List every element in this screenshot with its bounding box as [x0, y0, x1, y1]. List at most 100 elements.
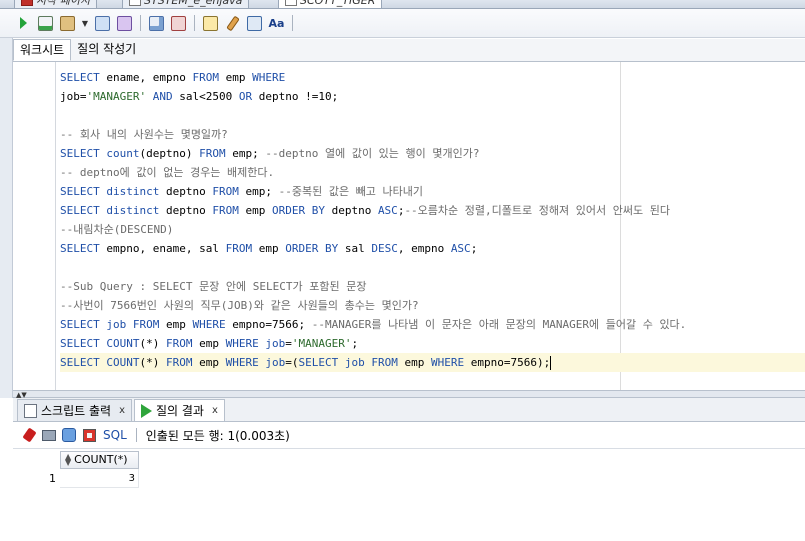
autotrace-button[interactable] [115, 14, 134, 33]
toolbar-separator [135, 428, 137, 442]
commit-dropdown-button[interactable]: ▼ [80, 14, 90, 33]
text-caret [550, 356, 552, 370]
sql-keyword: SELECT [60, 147, 100, 160]
sql-text: deptno [324, 204, 378, 217]
code-line[interactable]: --내림차순(DESCEND) [60, 220, 805, 239]
tab-query-builder[interactable]: 질의 작성기 [71, 39, 142, 61]
code-line[interactable]: SELECT count(deptno) FROM emp; --deptno … [60, 144, 805, 163]
editor-line-gutter [13, 62, 56, 390]
sql-text: sal<2500 [172, 90, 239, 103]
run-statement-button[interactable] [14, 14, 33, 33]
sql-text: empno=7566; [225, 318, 312, 331]
sql-tuning-button[interactable] [147, 14, 166, 33]
run-script-button[interactable] [36, 14, 55, 33]
rollback-button[interactable] [169, 14, 188, 33]
sql-keyword: SELECT [60, 337, 100, 350]
sql-text: emp [192, 356, 226, 369]
code-line[interactable]: -- deptno에 값이 없는 경우는 배제한다. [60, 163, 805, 182]
sort-icon: ▲ ▼ [65, 452, 72, 467]
sql-keyword: SELECT [60, 71, 100, 84]
result-grid: ▲ ▼ COUNT(*) 1 3 [13, 449, 805, 541]
case-toggle-button[interactable]: Aa [267, 14, 286, 33]
window-tab-system[interactable]: SYSTEM_e_enjava [122, 0, 250, 8]
sql-keyword: WHERE [192, 318, 226, 331]
sql-keyword: FROM [166, 337, 193, 350]
sql-keyword: WHERE [225, 356, 259, 369]
sql-keyword: job [106, 318, 127, 331]
sql-keyword: DESC [371, 242, 398, 255]
format-button[interactable] [245, 14, 264, 33]
code-line[interactable]: --Sub Query : SELECT 문장 안에 SELECT가 포함된 문… [60, 277, 805, 296]
commit-button[interactable] [58, 14, 77, 33]
sql-keyword: distinct [106, 204, 160, 217]
window-tab-start-page[interactable]: 시작 페이지 [14, 0, 98, 8]
table-cell[interactable]: 3 [60, 469, 139, 488]
code-line[interactable]: job='MANAGER' AND sal<2500 OR deptno !=1… [60, 87, 805, 106]
window-tab-label: SCOTT_TIGER [300, 0, 376, 7]
code-line[interactable] [60, 258, 805, 277]
panel-splitter[interactable]: ▲▼ [13, 390, 805, 399]
sql-text: ; [470, 242, 478, 255]
cancel-icon [82, 428, 96, 442]
sql-text: =( [285, 356, 299, 369]
code-line[interactable]: -- 회사 내의 사원수는 몇명일까? [60, 125, 805, 144]
start-page-icon [21, 0, 33, 6]
sql-comment: -- deptno에 값이 없는 경우는 배제한다. [60, 166, 275, 179]
sql-keyword: ASC [450, 242, 471, 255]
format-icon [247, 15, 262, 31]
code-line[interactable]: SELECT distinct deptno FROM emp; --중복된 값… [60, 182, 805, 201]
window-tab-strip: 시작 페이지 SYSTEM_e_enjava SCOTT_TIGER [0, 0, 805, 9]
column-header-count[interactable]: ▲ ▼ COUNT(*) [60, 451, 139, 469]
tuning-icon [149, 15, 164, 31]
code-line[interactable]: SELECT empno, ename, sal FROM emp ORDER … [60, 239, 805, 258]
sql-keyword: ORDER BY [285, 242, 339, 255]
code-line[interactable]: SELECT COUNT(*) FROM emp WHERE job=(SELE… [60, 353, 805, 372]
tab-worksheet[interactable]: 워크시트 [13, 39, 72, 61]
script-output-icon [24, 403, 37, 418]
sql-comment: --내림차순(DESCEND) [60, 223, 174, 236]
clear-button[interactable] [223, 14, 242, 33]
code-line[interactable]: --사번이 7566번인 사원의 직무(JOB)와 같은 사원들의 총수는 몇인… [60, 296, 805, 315]
sql-text: deptno !=10; [252, 90, 339, 103]
pin-button[interactable] [21, 427, 37, 443]
code-line[interactable]: SELECT COUNT(*) FROM emp WHERE job='MANA… [60, 334, 805, 353]
close-icon[interactable]: x [119, 405, 125, 416]
text-case-icon: Aa [268, 16, 285, 30]
sql-keyword: count [106, 147, 140, 160]
sql-editor[interactable]: SELECT ename, empno FROM emp WHERE job='M… [13, 62, 805, 390]
sql-link[interactable]: SQL [103, 428, 127, 442]
sql-keyword: ASC [377, 204, 398, 217]
code-line[interactable] [60, 106, 805, 125]
sql-comment: --deptno 열에 값이 있는 행이 몇개인가? [265, 147, 480, 160]
result-toolbar: SQL 인출된 모든 행: 1(0.003초) [13, 422, 805, 449]
refresh-button[interactable] [61, 427, 77, 443]
cancel-button[interactable] [81, 427, 97, 443]
code-line[interactable]: SELECT distinct deptno FROM emp ORDER BY… [60, 201, 805, 220]
close-icon[interactable]: x [212, 405, 218, 416]
sql-comment: --중복된 값은 빼고 나타내기 [278, 185, 424, 198]
sql-text: emp [218, 71, 253, 84]
window-tab-scott[interactable]: SCOTT_TIGER [278, 0, 383, 8]
code-line[interactable]: SELECT ename, empno FROM emp WHERE [60, 68, 805, 87]
window-tab-label: SYSTEM_e_enjava [144, 0, 243, 7]
tab-query-result[interactable]: 질의 결과 x [133, 399, 225, 421]
left-side-gutter [0, 38, 13, 398]
editor-code-area[interactable]: SELECT ename, empno FROM emp WHERE job='M… [60, 68, 805, 372]
explain-plan-button[interactable] [93, 14, 112, 33]
tab-script-output[interactable]: 스크립트 출력 x [17, 399, 132, 421]
rollback-icon [171, 15, 186, 31]
sql-keyword: FROM [212, 204, 239, 217]
sql-keyword: SELECT [60, 242, 100, 255]
code-line[interactable]: SELECT job FROM emp WHERE empno=7566; --… [60, 315, 805, 334]
print-button[interactable] [41, 427, 57, 443]
autotrace-icon [117, 15, 132, 31]
print-icon [42, 429, 56, 441]
sql-text: emp; [238, 185, 279, 198]
sql-connection-icon [129, 0, 141, 6]
sql-keyword: FROM [199, 147, 226, 160]
sql-history-button[interactable] [201, 14, 220, 33]
toolbar-separator [140, 15, 141, 31]
sql-text: job= [60, 90, 87, 103]
